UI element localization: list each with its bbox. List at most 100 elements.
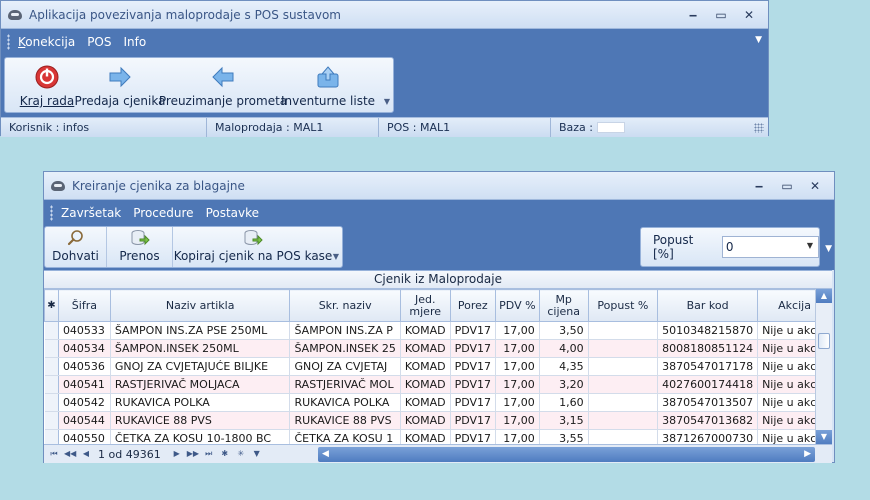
maximize-icon[interactable]: ▭ bbox=[714, 8, 728, 22]
kopiraj-cjenik-button[interactable]: Kopiraj cjenik na POS kase bbox=[173, 227, 333, 267]
cell-sifra[interactable]: 040541 bbox=[58, 375, 111, 394]
cell-skr-naziv[interactable]: RUKAVICA POLKA bbox=[289, 393, 401, 412]
cell-skr-naziv[interactable]: RASTJERIVAČ MOL bbox=[289, 375, 401, 394]
nav-filter-icon[interactable]: ▼ bbox=[251, 448, 263, 460]
cell-popust[interactable] bbox=[588, 393, 659, 412]
cell-sifra[interactable]: 040536 bbox=[58, 357, 111, 376]
vertical-scrollbar[interactable]: ▲ ▼ bbox=[815, 289, 832, 444]
cell-bar-kod[interactable]: 4027600174418 bbox=[657, 375, 759, 394]
cell-pdv[interactable]: 17,00 bbox=[495, 375, 540, 394]
scroll-right-icon[interactable]: ▶ bbox=[804, 447, 811, 462]
cell-mp-cijena[interactable]: 4,00 bbox=[539, 339, 589, 358]
table-row[interactable]: 040542 RUKAVICA POLKA RUKAVICA POLKA KOMAD P… bbox=[44, 393, 832, 412]
kraj-rada-button[interactable]: Kraj rada bbox=[17, 58, 77, 112]
col-jed-mjere[interactable]: Jed. mjere bbox=[399, 289, 451, 322]
cell-pdv[interactable]: 17,00 bbox=[495, 339, 540, 358]
cell-naziv[interactable]: GNOJ ZA CVJETAJUĆE BILJKE bbox=[110, 357, 291, 376]
col-naziv[interactable]: Naziv artikla bbox=[109, 289, 291, 322]
horizontal-scrollbar[interactable]: ◀ ▶ bbox=[318, 447, 815, 462]
col-porez[interactable]: Porez bbox=[449, 289, 497, 322]
cell-naziv[interactable]: RUKAVICA POLKA bbox=[110, 393, 291, 412]
cell-mp-cijena[interactable]: 1,60 bbox=[539, 393, 589, 412]
nav-next-icon[interactable]: ▶ bbox=[171, 448, 183, 460]
cell-jed-mjere[interactable]: KOMAD bbox=[400, 411, 451, 430]
cell-jed-mjere[interactable]: KOMAD bbox=[400, 321, 451, 340]
cell-skr-naziv[interactable]: ŠAMPON INS.ZA P bbox=[289, 321, 401, 340]
close-icon[interactable]: ✕ bbox=[808, 179, 822, 193]
prenos-button[interactable]: Prenos bbox=[107, 227, 173, 267]
minimize-icon[interactable]: ‒ bbox=[752, 179, 766, 193]
nav-next-page-icon[interactable]: ▶▶ bbox=[187, 448, 199, 460]
toolbar-overflow-icon[interactable]: ▼ bbox=[384, 97, 390, 106]
preuzimanje-prometa-button[interactable]: Preuzimanje prometa bbox=[159, 58, 287, 112]
cell-jed-mjere[interactable]: KOMAD bbox=[400, 393, 451, 412]
cell-naziv[interactable]: RUKAVICE 88 PVS bbox=[110, 411, 291, 430]
nav-delete-icon[interactable]: ✳ bbox=[235, 448, 247, 460]
cell-popust[interactable] bbox=[588, 357, 659, 376]
cell-skr-naziv[interactable]: ŠAMPON.INSEK 25 bbox=[289, 339, 401, 358]
main-titlebar[interactable]: Aplikacija povezivanja maloprodaje s POS… bbox=[1, 1, 768, 29]
scroll-thumb[interactable] bbox=[818, 333, 830, 349]
cell-mp-cijena[interactable]: 3,15 bbox=[539, 411, 589, 430]
table-row[interactable]: 040533 ŠAMPON INS.ZA PSE 250ML ŠAMPON INS.… bbox=[44, 321, 832, 340]
row-selector[interactable] bbox=[44, 357, 59, 376]
cell-pdv[interactable]: 17,00 bbox=[495, 321, 540, 340]
cell-jed-mjere[interactable]: KOMAD bbox=[400, 375, 451, 394]
menu-konekcija[interactable]: Konekcija bbox=[18, 35, 75, 49]
resize-grip-icon[interactable] bbox=[754, 122, 764, 133]
table-row[interactable]: 040534 ŠAMPON.INSEK 250ML ŠAMPON.INSEK 25 K… bbox=[44, 339, 832, 358]
cell-mp-cijena[interactable]: 3,50 bbox=[539, 321, 589, 340]
predaja-cjenika-button[interactable]: Predaja cjenika bbox=[75, 58, 165, 112]
cell-sifra[interactable]: 040534 bbox=[58, 339, 111, 358]
table-row[interactable]: 040541 RASTJERIVAČ MOLJACA RASTJERIVAČ MOL… bbox=[44, 375, 832, 394]
chevron-down-icon[interactable]: ▼ bbox=[807, 241, 813, 250]
row-selector[interactable] bbox=[44, 375, 59, 394]
cell-porez[interactable]: PDV17 bbox=[450, 357, 497, 376]
cell-bar-kod[interactable]: 8008180851124 bbox=[657, 339, 759, 358]
cell-bar-kod[interactable]: 5010348215870 bbox=[657, 321, 759, 340]
cell-mp-cijena[interactable]: 4,35 bbox=[539, 357, 589, 376]
cell-popust[interactable] bbox=[588, 339, 659, 358]
nav-prev-page-icon[interactable]: ◀◀ bbox=[64, 448, 76, 460]
cell-sifra[interactable]: 040544 bbox=[58, 411, 111, 430]
menu-procedure[interactable]: Procedure bbox=[133, 206, 193, 220]
new-row-icon[interactable]: ✱ bbox=[44, 289, 59, 322]
menu-zavrsetak[interactable]: Završetak bbox=[61, 206, 121, 220]
maximize-icon[interactable]: ▭ bbox=[780, 179, 794, 193]
cell-mp-cijena[interactable]: 3,20 bbox=[539, 375, 589, 394]
cell-popust[interactable] bbox=[588, 411, 659, 430]
child-titlebar[interactable]: Kreiranje cjenika za blagajne ‒ ▭ ✕ bbox=[44, 172, 834, 200]
cell-porez[interactable]: PDV17 bbox=[450, 393, 497, 412]
close-icon[interactable]: ✕ bbox=[742, 8, 756, 22]
col-popust[interactable]: Popust % bbox=[587, 289, 659, 322]
cell-pdv[interactable]: 17,00 bbox=[495, 393, 540, 412]
cell-naziv[interactable]: ŠAMPON INS.ZA PSE 250ML bbox=[110, 321, 291, 340]
cell-pdv[interactable]: 17,00 bbox=[495, 411, 540, 430]
cell-porez[interactable]: PDV17 bbox=[450, 375, 497, 394]
col-bar-kod[interactable]: Bar kod bbox=[657, 289, 759, 322]
cell-porez[interactable]: PDV17 bbox=[450, 411, 497, 430]
col-pdv[interactable]: PDV % bbox=[495, 289, 540, 322]
cell-porez[interactable]: PDV17 bbox=[450, 321, 497, 340]
cell-skr-naziv[interactable]: RUKAVICE 88 PVS bbox=[289, 411, 401, 430]
col-sifra[interactable]: Šifra bbox=[57, 289, 111, 322]
row-selector[interactable] bbox=[44, 339, 59, 358]
nav-first-icon[interactable]: ⏮ bbox=[48, 448, 60, 460]
popust-combo[interactable]: 0 ▼ bbox=[721, 236, 819, 258]
col-skr-naziv[interactable]: Skr. naziv bbox=[289, 289, 401, 322]
scroll-down-icon[interactable]: ▼ bbox=[816, 430, 832, 444]
cell-porez[interactable]: PDV17 bbox=[450, 339, 497, 358]
cell-sifra[interactable]: 040533 bbox=[58, 321, 111, 340]
col-mp-cijena[interactable]: Mp cijena bbox=[538, 289, 589, 322]
cell-pdv[interactable]: 17,00 bbox=[495, 357, 540, 376]
menu-overflow-icon[interactable]: ▼ bbox=[755, 35, 762, 45]
inventurne-liste-button[interactable]: Inventurne liste bbox=[281, 58, 375, 112]
menu-postavke[interactable]: Postavke bbox=[206, 206, 259, 220]
cell-bar-kod[interactable]: 3870547017178 bbox=[657, 357, 759, 376]
cell-jed-mjere[interactable]: KOMAD bbox=[400, 357, 451, 376]
scroll-left-icon[interactable]: ◀ bbox=[322, 447, 329, 462]
minimize-icon[interactable]: ‒ bbox=[686, 8, 700, 22]
cell-naziv[interactable]: RASTJERIVAČ MOLJACA bbox=[110, 375, 291, 394]
cell-popust[interactable] bbox=[588, 321, 659, 340]
cell-bar-kod[interactable]: 3870547013507 bbox=[657, 393, 759, 412]
